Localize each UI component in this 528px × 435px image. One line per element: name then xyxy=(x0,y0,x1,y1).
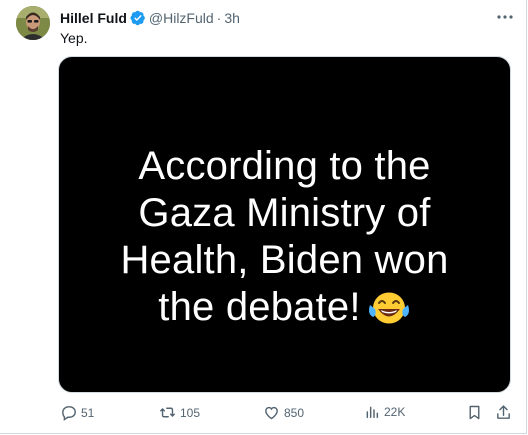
tweet-text: Yep. xyxy=(60,30,88,46)
media-text: According to the Gaza Ministry of Health… xyxy=(59,143,510,337)
repost-button[interactable]: 105 xyxy=(159,404,200,421)
laughing-tears-emoji-icon xyxy=(367,288,411,337)
tweet-timestamp[interactable]: 3h xyxy=(224,9,240,27)
more-horizontal-icon[interactable] xyxy=(494,8,516,26)
media-text-last-line: the debate! xyxy=(59,284,510,337)
media-text-line: Health, Biden won xyxy=(120,238,449,282)
reply-count: 51 xyxy=(81,405,95,420)
reply-icon xyxy=(62,406,76,421)
views-count: 22K xyxy=(384,405,406,419)
media-text-line: the debate! xyxy=(158,285,361,329)
share-icon xyxy=(497,405,510,419)
media-text-line: Gaza Ministry of xyxy=(138,191,431,235)
views-button[interactable]: 22K xyxy=(364,404,405,420)
verified-badge-icon[interactable] xyxy=(130,10,146,26)
heart-icon xyxy=(265,406,278,420)
tweet-header: Hillel Fuld @HilzFuld · 3h xyxy=(60,9,240,27)
repost-icon xyxy=(160,407,175,418)
like-button[interactable]: 850 xyxy=(263,404,304,421)
reply-button[interactable]: 51 xyxy=(60,404,94,421)
repost-count: 105 xyxy=(180,405,201,420)
tweet-media-image[interactable]: According to the Gaza Ministry of Health… xyxy=(58,56,511,393)
tweet[interactable]: Hillel Fuld @HilzFuld · 3h Yep. Accordin… xyxy=(0,0,527,434)
separator-dot: · xyxy=(216,10,222,26)
author-handle[interactable]: @HilzFuld xyxy=(149,9,214,27)
avatar[interactable] xyxy=(16,6,50,40)
bookmark-icon xyxy=(469,405,480,420)
media-text-line: According to the xyxy=(138,144,431,188)
share-button[interactable] xyxy=(495,404,512,421)
tweet-actions-bar: 51 105 850 22K xyxy=(60,404,516,424)
views-chart-icon xyxy=(366,406,379,419)
bookmark-button[interactable] xyxy=(466,404,483,421)
like-count: 850 xyxy=(284,405,305,420)
author-name[interactable]: Hillel Fuld xyxy=(60,9,127,27)
